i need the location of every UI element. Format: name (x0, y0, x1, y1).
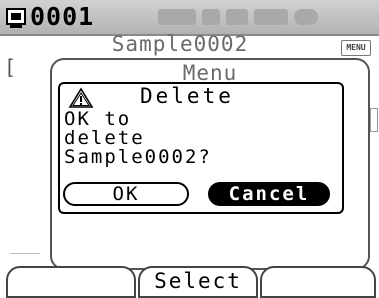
status-bar: 0001 (0, 0, 379, 36)
dialog-title: Delete (140, 84, 234, 108)
background-box (370, 108, 378, 132)
background-divider (10, 253, 40, 254)
target-id-icon (6, 8, 26, 28)
status-indicator-icon (202, 9, 220, 25)
status-indicator-icon (254, 9, 288, 25)
warning-icon (68, 87, 94, 108)
background-bracket: [ (4, 55, 17, 79)
measurement-id: 0001 (30, 2, 95, 31)
softkey-select[interactable]: Select (138, 266, 258, 298)
ok-button[interactable]: OK (63, 182, 189, 206)
softkey-right[interactable] (260, 266, 376, 298)
softkey-left[interactable] (6, 266, 136, 298)
cancel-button[interactable]: Cancel (208, 182, 330, 206)
status-indicator-icon (158, 9, 196, 25)
sample-title: Sample0002 (111, 32, 249, 56)
softkey-bar: Select (0, 262, 379, 298)
dialog-message: OK to delete Sample0002? (64, 108, 212, 168)
menu-badge: MENU (341, 40, 371, 56)
delete-dialog: Delete OK to delete Sample0002? OK Cance… (58, 82, 344, 214)
status-indicator-icon (226, 9, 248, 25)
status-indicators (158, 6, 348, 28)
status-indicator-icon (294, 9, 318, 25)
